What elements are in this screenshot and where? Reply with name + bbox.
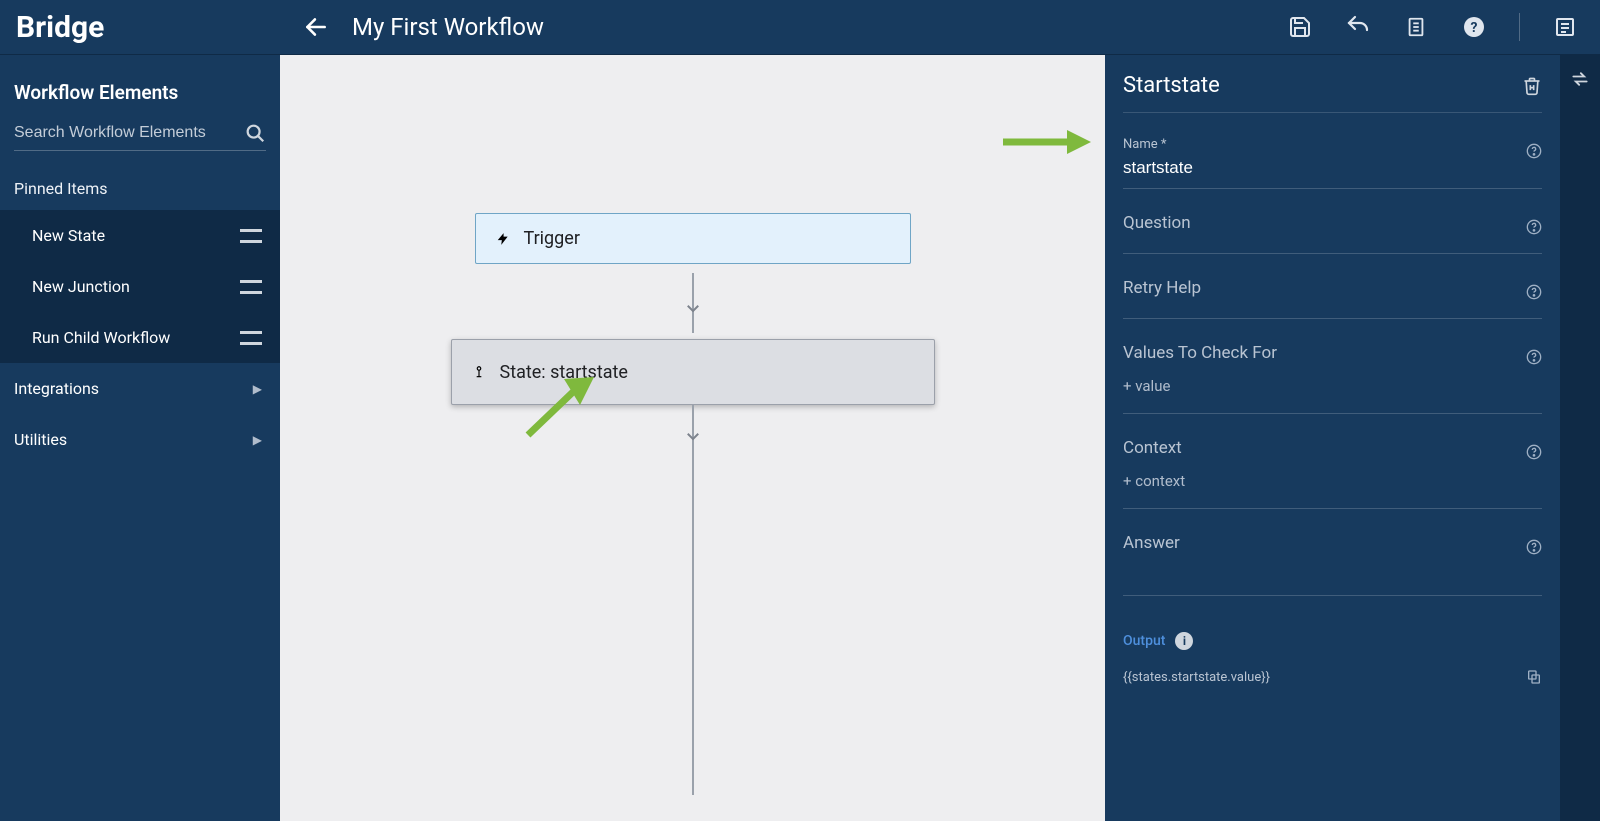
help-circle-icon bbox=[1526, 284, 1542, 300]
add-context-button[interactable]: + context bbox=[1123, 468, 1185, 498]
workflow-title: My First Workflow bbox=[352, 13, 544, 41]
field-label: Question bbox=[1123, 213, 1542, 233]
field-values: Values To Check For + value bbox=[1123, 343, 1542, 414]
help-circle-icon bbox=[1526, 444, 1542, 460]
pinned-item-new-junction[interactable]: New Junction bbox=[0, 261, 280, 312]
copy-button[interactable] bbox=[1526, 668, 1542, 686]
help-button[interactable]: ? bbox=[1461, 14, 1487, 40]
arrow-left-icon bbox=[303, 14, 329, 40]
title-cell: My First Workflow bbox=[280, 9, 1287, 45]
save-icon bbox=[1288, 15, 1312, 39]
note-icon bbox=[1553, 15, 1577, 39]
arrow-down-icon bbox=[684, 299, 702, 317]
connector bbox=[692, 405, 694, 795]
field-label: Retry Help bbox=[1123, 278, 1542, 298]
swap-button[interactable] bbox=[1570, 69, 1590, 89]
details-panel: Startstate Name * Question Retry Help bbox=[1105, 55, 1560, 821]
drag-handle-icon[interactable] bbox=[240, 331, 262, 345]
logo-cell: Bridge bbox=[0, 0, 280, 54]
field-retry-help[interactable]: Retry Help bbox=[1123, 278, 1542, 319]
clipboard-icon bbox=[1405, 15, 1427, 39]
trigger-node[interactable]: Trigger bbox=[475, 213, 911, 264]
field-answer[interactable]: Answer bbox=[1123, 533, 1542, 596]
field-help-button[interactable] bbox=[1526, 349, 1542, 365]
help-circle-icon bbox=[1526, 143, 1542, 159]
caret-right-icon: ▶ bbox=[253, 433, 262, 447]
notes-button[interactable] bbox=[1552, 14, 1578, 40]
annotation-arrow bbox=[1001, 127, 1091, 157]
output-label: Output bbox=[1123, 633, 1165, 649]
delete-button[interactable] bbox=[1522, 75, 1542, 97]
nav-label: Utilities bbox=[14, 430, 67, 449]
field-context: Context + context bbox=[1123, 438, 1542, 509]
drag-handle-icon[interactable] bbox=[240, 229, 262, 243]
app-logo: Bridge bbox=[16, 10, 104, 45]
search-input[interactable] bbox=[14, 124, 236, 142]
trigger-label: Trigger bbox=[524, 228, 580, 249]
help-circle-icon bbox=[1526, 539, 1542, 555]
toolbar-right: ? bbox=[1287, 13, 1600, 41]
state-label: State: startstate bbox=[500, 362, 628, 383]
sidebar: Workflow Elements Pinned Items New State… bbox=[0, 55, 280, 821]
field-question[interactable]: Question bbox=[1123, 213, 1542, 254]
pinned-item-run-child-workflow[interactable]: Run Child Workflow bbox=[0, 312, 280, 363]
search-box[interactable] bbox=[14, 122, 266, 151]
field-label: Values To Check For bbox=[1123, 343, 1542, 363]
pinned-label: New State bbox=[32, 226, 105, 245]
undo-icon bbox=[1346, 15, 1370, 39]
help-circle-icon bbox=[1526, 349, 1542, 365]
field-help-button[interactable] bbox=[1526, 444, 1542, 460]
field-label: Context bbox=[1123, 438, 1542, 458]
state-node[interactable]: State: startstate bbox=[451, 339, 935, 405]
add-value-button[interactable]: + value bbox=[1123, 373, 1170, 403]
bolt-icon bbox=[496, 230, 510, 248]
field-help-button[interactable] bbox=[1526, 143, 1542, 159]
field-label: Name * bbox=[1123, 137, 1542, 152]
name-input[interactable] bbox=[1123, 158, 1512, 178]
nav-item-utilities[interactable]: Utilities ▶ bbox=[0, 414, 280, 465]
field-help-button[interactable] bbox=[1526, 539, 1542, 555]
save-button[interactable] bbox=[1287, 14, 1313, 40]
output-expression: {{states.startstate.value}} bbox=[1123, 670, 1270, 685]
log-button[interactable] bbox=[1403, 14, 1429, 40]
search-icon bbox=[244, 122, 266, 144]
field-label: Answer bbox=[1123, 533, 1542, 553]
right-strip bbox=[1560, 55, 1600, 821]
undo-button[interactable] bbox=[1345, 14, 1371, 40]
swap-icon bbox=[1570, 69, 1590, 89]
arrow-down-icon bbox=[684, 427, 702, 445]
copy-icon bbox=[1526, 668, 1542, 686]
help-circle-icon bbox=[1526, 219, 1542, 235]
nav-item-integrations[interactable]: Integrations ▶ bbox=[0, 363, 280, 414]
state-icon bbox=[472, 362, 486, 382]
pinned-group: New State New Junction Run Child Workflo… bbox=[0, 210, 280, 363]
topbar: Bridge My First Workflow ? bbox=[0, 0, 1600, 55]
pinned-item-new-state[interactable]: New State bbox=[0, 210, 280, 261]
back-button[interactable] bbox=[298, 9, 334, 45]
panel-title: Startstate bbox=[1123, 73, 1220, 98]
pinned-label: New Junction bbox=[32, 277, 130, 296]
pinned-label: Run Child Workflow bbox=[32, 328, 170, 347]
field-help-button[interactable] bbox=[1526, 284, 1542, 300]
field-help-button[interactable] bbox=[1526, 219, 1542, 235]
toolbar-divider bbox=[1519, 13, 1520, 41]
caret-right-icon: ▶ bbox=[253, 382, 262, 396]
help-icon: ? bbox=[1462, 15, 1486, 39]
workflow-canvas[interactable]: Trigger State: startstate bbox=[280, 55, 1105, 821]
field-name: Name * bbox=[1123, 137, 1542, 189]
svg-text:?: ? bbox=[1471, 20, 1478, 36]
sidebar-heading: Workflow Elements bbox=[0, 63, 280, 122]
output-info-button[interactable]: i bbox=[1175, 632, 1193, 650]
drag-handle-icon[interactable] bbox=[240, 280, 262, 294]
panel-header: Startstate bbox=[1123, 73, 1542, 113]
nav-label: Integrations bbox=[14, 379, 99, 398]
pinned-heading: Pinned Items bbox=[0, 169, 280, 210]
output-row: Output i bbox=[1123, 632, 1542, 650]
output-expression-row: {{states.startstate.value}} bbox=[1123, 668, 1542, 686]
trash-icon bbox=[1522, 75, 1542, 97]
